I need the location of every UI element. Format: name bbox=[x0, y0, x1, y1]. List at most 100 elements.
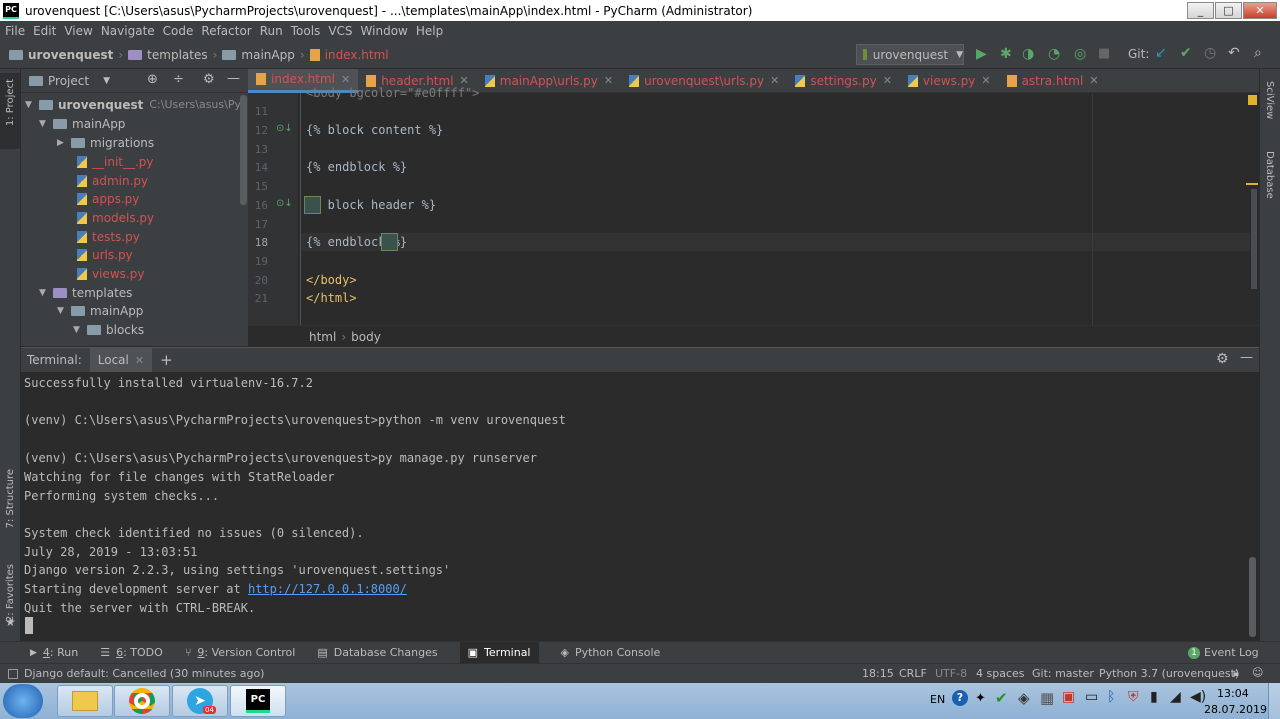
git-commit-icon[interactable]: ✔ bbox=[1180, 45, 1192, 61]
caret-position[interactable]: 18:15 bbox=[862, 667, 894, 680]
tab-settings[interactable]: settings.py ✕ bbox=[787, 69, 900, 93]
menu-refactor[interactable]: Refactor bbox=[201, 24, 251, 38]
taskbar-chrome[interactable] bbox=[114, 685, 170, 717]
terminal-scrollbar[interactable] bbox=[1249, 557, 1256, 637]
hide-icon[interactable]: — bbox=[1240, 350, 1253, 365]
git-branch[interactable]: Git: master bbox=[1032, 667, 1094, 680]
bluetooth-icon[interactable]: ᛒ bbox=[1107, 689, 1115, 705]
menu-file[interactable]: File bbox=[5, 24, 25, 38]
taskbar-explorer[interactable] bbox=[57, 685, 113, 717]
error-stripe-mark[interactable] bbox=[1246, 183, 1258, 185]
tray-update-icon[interactable]: ✔ bbox=[995, 689, 1008, 707]
crumb-html[interactable]: html bbox=[309, 330, 336, 344]
power-icon[interactable]: ▮ bbox=[1150, 689, 1158, 705]
file-encoding[interactable]: UTF-8 bbox=[935, 667, 967, 680]
python-interpreter[interactable]: Python 3.7 (urovenquest) bbox=[1099, 667, 1239, 680]
tree-item[interactable]: views.py bbox=[77, 264, 144, 283]
database-tool-label[interactable]: Database bbox=[1264, 151, 1275, 199]
menu-vcs[interactable]: VCS bbox=[328, 24, 352, 38]
close-icon[interactable]: ✕ bbox=[770, 74, 779, 87]
menu-navigate[interactable]: Navigate bbox=[101, 24, 155, 38]
tree-item[interactable]: ▶ migrations bbox=[57, 133, 154, 152]
collapse-icon[interactable]: ÷ bbox=[173, 72, 184, 87]
override-marker-icon[interactable]: ⊙↓ bbox=[276, 198, 293, 209]
terminal-output[interactable]: Successfully installed virtualenv-16.7.2… bbox=[21, 372, 1259, 641]
tree-item[interactable]: ▼ mainApp bbox=[57, 301, 143, 320]
structure-tool-label[interactable]: 7: Structure bbox=[5, 469, 16, 528]
tool-run[interactable]: ▶ 4: Run bbox=[30, 646, 78, 659]
stop-icon[interactable]: ■ bbox=[1098, 46, 1110, 61]
indent-setting[interactable]: 4 spaces bbox=[976, 667, 1025, 680]
tool-terminal[interactable]: ▣ Terminal bbox=[459, 641, 539, 664]
tree-item[interactable]: urls.py bbox=[77, 245, 133, 264]
toggle-tool-windows-icon[interactable] bbox=[8, 668, 18, 679]
close-icon[interactable]: ✕ bbox=[883, 74, 892, 87]
sciview-tool-label[interactable]: SciView bbox=[1264, 81, 1275, 119]
search-everywhere-icon[interactable]: ⌕ bbox=[1254, 45, 1262, 61]
concurrency-icon[interactable]: ◎ bbox=[1074, 46, 1086, 62]
show-desktop-button[interactable] bbox=[1268, 683, 1280, 719]
nav-crumb-mainapp[interactable]: mainApp bbox=[241, 48, 294, 62]
nav-crumb-templates[interactable]: templates bbox=[147, 48, 207, 62]
tray-security-icon[interactable]: ⛨ bbox=[1128, 689, 1139, 705]
menu-run[interactable]: Run bbox=[260, 24, 283, 38]
gear-icon[interactable]: ⚙ bbox=[203, 72, 215, 87]
tab-astra-html[interactable]: astra.html ✕ bbox=[999, 69, 1107, 93]
debug-icon[interactable]: ✱ bbox=[1000, 46, 1012, 62]
tree-item[interactable]: apps.py bbox=[77, 189, 139, 208]
menu-tools[interactable]: Tools bbox=[291, 24, 321, 38]
inspector-icon[interactable]: ☺ bbox=[1252, 666, 1263, 679]
event-log-button[interactable]: 1 Event Log bbox=[1188, 646, 1259, 659]
tree-item[interactable]: models.py bbox=[77, 208, 154, 227]
nav-crumb-project[interactable]: urovenquest bbox=[28, 48, 113, 62]
server-url-link[interactable]: http://127.0.0.1:8000/ bbox=[248, 582, 407, 596]
help-icon[interactable]: ? bbox=[952, 690, 968, 706]
line-separator[interactable]: CRLF bbox=[899, 667, 927, 680]
tree-item[interactable]: admin.py bbox=[77, 171, 148, 190]
new-terminal-button[interactable]: + bbox=[160, 351, 173, 369]
tree-item[interactable]: __init__.py bbox=[77, 152, 154, 171]
tree-item[interactable]: ▼ blocks bbox=[73, 320, 144, 339]
lock-icon[interactable]: 🔒︎ bbox=[1233, 666, 1239, 680]
tab-project-urls[interactable]: urovenquest\urls.py ✕ bbox=[621, 69, 787, 93]
terminal-tab-local[interactable]: Local ✕ bbox=[89, 348, 153, 372]
rollback-icon[interactable]: ↶ bbox=[1228, 45, 1240, 61]
project-view-label[interactable]: Project bbox=[48, 74, 89, 88]
gear-icon[interactable]: ⚙ bbox=[1216, 351, 1229, 367]
tray-bluetooth-icon[interactable]: ✦ bbox=[975, 691, 986, 706]
tree-root[interactable]: ▼ urovenquest C:\Users\asus\Pycharm bbox=[25, 95, 276, 114]
nav-crumb-file[interactable]: index.html bbox=[325, 48, 389, 62]
clock-time[interactable]: 13:04 bbox=[1217, 687, 1249, 700]
git-update-icon[interactable]: ↙ bbox=[1155, 45, 1167, 61]
taskbar-pycharm[interactable]: PC bbox=[230, 685, 286, 717]
tree-item[interactable]: ▼ templates bbox=[39, 283, 132, 302]
close-icon[interactable]: ✕ bbox=[981, 74, 990, 87]
tool-python-console[interactable]: ◈ Python Console bbox=[561, 646, 661, 659]
start-button[interactable] bbox=[3, 684, 43, 718]
wifi-signal-icon[interactable]: ◢ bbox=[1170, 689, 1181, 705]
editor-scrollbar[interactable] bbox=[1251, 189, 1257, 289]
close-icon[interactable]: ✕ bbox=[604, 74, 613, 87]
coverage-icon[interactable]: ◑ bbox=[1022, 46, 1034, 62]
close-button[interactable]: ✕ bbox=[1243, 2, 1277, 19]
minimize-button[interactable]: _ bbox=[1187, 2, 1214, 19]
favorites-tool-label[interactable]: 2: Favorites bbox=[5, 564, 16, 622]
hide-icon[interactable]: — bbox=[227, 71, 240, 86]
clock-date[interactable]: 28.07.2019 bbox=[1204, 703, 1267, 716]
tree-scrollbar[interactable] bbox=[240, 95, 247, 205]
tray-app-icon[interactable]: ◈ bbox=[1018, 689, 1030, 707]
crumb-body[interactable]: body bbox=[351, 330, 381, 344]
history-icon[interactable]: ◷ bbox=[1204, 45, 1216, 61]
locate-icon[interactable]: ⊕ bbox=[147, 72, 158, 87]
tray-display-icon[interactable]: ▭ bbox=[1085, 689, 1098, 705]
menu-edit[interactable]: Edit bbox=[33, 24, 56, 38]
profile-icon[interactable]: ◔ bbox=[1048, 46, 1060, 62]
menu-window[interactable]: Window bbox=[361, 24, 408, 38]
menu-help[interactable]: Help bbox=[416, 24, 443, 38]
project-tool-label[interactable]: 1: Project bbox=[5, 79, 16, 126]
tab-mainapp-urls[interactable]: mainApp\urls.py ✕ bbox=[477, 69, 621, 93]
maximize-button[interactable]: □ bbox=[1215, 2, 1242, 19]
taskbar-telegram[interactable]: ➤ 04 bbox=[172, 685, 228, 717]
tool-todo[interactable]: ☰ 6: TODO bbox=[100, 646, 163, 659]
close-icon[interactable]: ✕ bbox=[341, 73, 350, 86]
